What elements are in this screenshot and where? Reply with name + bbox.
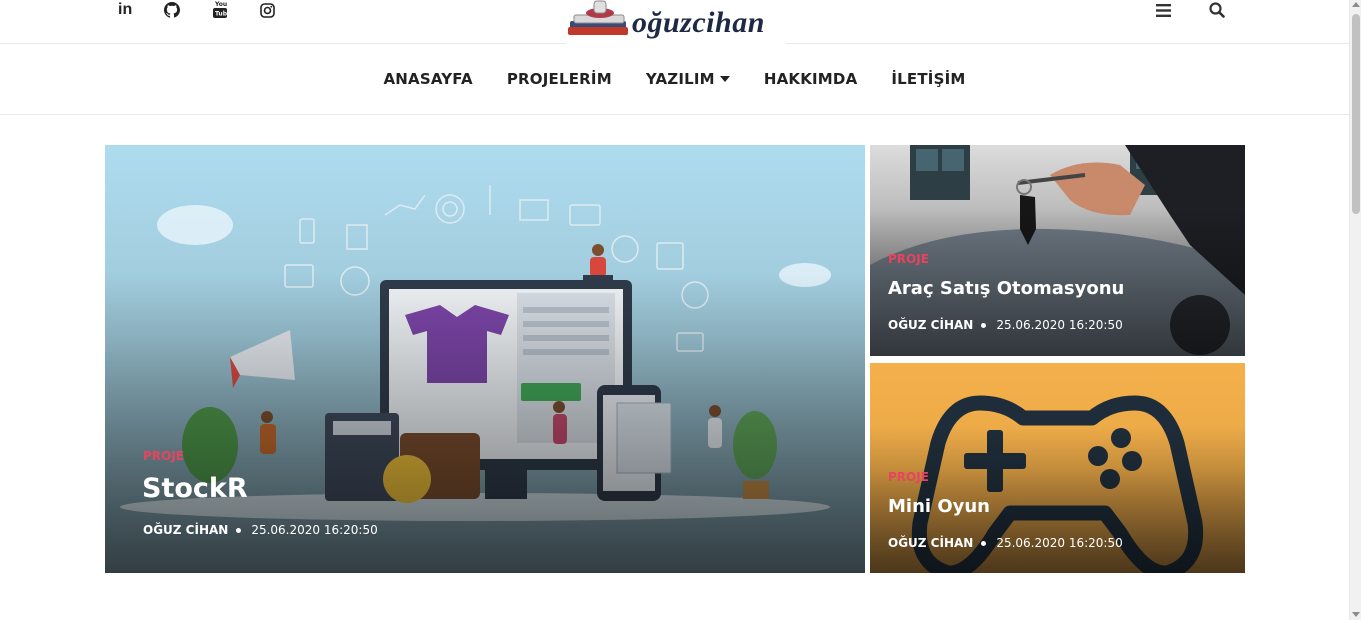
nav-label: HAKKIMDA	[763, 70, 858, 88]
svg-text:You: You	[214, 1, 227, 8]
post-date: 25.06.2020 16:20:50	[996, 318, 1123, 332]
linkedin-icon[interactable]: in	[116, 0, 164, 20]
scroll-up-icon[interactable]	[1352, 2, 1360, 7]
linkedin-label: in	[118, 1, 133, 18]
instagram-icon[interactable]	[260, 0, 308, 20]
site-logo[interactable]: oğuzcihan	[566, 0, 786, 44]
post-meta: OĞUZ CİHAN 25.06.2020 16:20:50	[143, 523, 378, 537]
header-actions	[1151, 0, 1229, 20]
nav-item-anasayfa[interactable]: ANASAYFA	[383, 70, 472, 88]
nav-item-iletisim[interactable]: İLETİŞİM	[891, 70, 965, 88]
post-meta: OĞUZ CİHAN 25.06.2020 16:20:50	[888, 318, 1123, 332]
post-category[interactable]: PROJE	[888, 470, 929, 484]
post-card-car-sales[interactable]: PROJE Araç Satış Otomasyonu OĞUZ CİHAN 2…	[870, 145, 1245, 356]
top-bar: in You Tube oğuzcihan	[0, 0, 1349, 44]
scroll-down-icon[interactable]	[1352, 612, 1360, 617]
nav-item-projelerim[interactable]: PROJELERİM	[507, 70, 612, 88]
nav-label: ANASAYFA	[383, 70, 473, 88]
post-category[interactable]: PROJE	[888, 252, 929, 266]
logo-books-icon	[566, 0, 636, 39]
main-nav: ANASAYFA PROJELERİM YAZILIM HAKKIMDA İLE…	[0, 44, 1349, 115]
post-title[interactable]: Mini Oyun	[888, 496, 990, 517]
svg-text:Tube: Tube	[215, 11, 228, 18]
page-scrollbar[interactable]	[1349, 0, 1361, 620]
post-author[interactable]: OĞUZ CİHAN	[888, 536, 973, 550]
post-author[interactable]: OĞUZ CİHAN	[888, 318, 973, 332]
nav-item-hakkimda[interactable]: HAKKIMDA	[764, 70, 858, 88]
post-category[interactable]: PROJE	[143, 449, 184, 463]
scrollbar-thumb[interactable]	[1352, 14, 1360, 214]
post-card-mini-game[interactable]: PROJE Mini Oyun OĞUZ CİHAN 25.06.2020 16…	[870, 363, 1245, 573]
nav-item-yazilim[interactable]: YAZILIM	[646, 70, 730, 88]
post-date: 25.06.2020 16:20:50	[251, 523, 378, 537]
nav-label: PROJELERİM	[506, 70, 612, 88]
post-title[interactable]: Araç Satış Otomasyonu	[888, 278, 1124, 299]
post-date: 25.06.2020 16:20:50	[996, 536, 1123, 550]
menu-icon[interactable]	[1151, 0, 1175, 20]
meta-separator	[981, 540, 987, 546]
caret-down-icon	[719, 76, 730, 82]
logo-text: oğuzcihan	[632, 6, 765, 39]
nav-label: YAZILIM	[645, 70, 715, 88]
nav-label: İLETİŞİM	[891, 70, 966, 88]
meta-separator	[981, 322, 987, 328]
post-title[interactable]: StockR	[142, 473, 248, 504]
meta-separator	[236, 527, 242, 533]
youtube-icon[interactable]: You Tube	[212, 0, 260, 20]
github-icon[interactable]	[164, 0, 212, 20]
search-icon[interactable]	[1205, 0, 1229, 20]
featured-post-card[interactable]: PROJE StockR OĞUZ CİHAN 25.06.2020 16:20…	[105, 145, 865, 573]
post-author[interactable]: OĞUZ CİHAN	[143, 523, 228, 537]
social-links: in You Tube	[116, 0, 308, 20]
post-meta: OĞUZ CİHAN 25.06.2020 16:20:50	[888, 536, 1123, 550]
